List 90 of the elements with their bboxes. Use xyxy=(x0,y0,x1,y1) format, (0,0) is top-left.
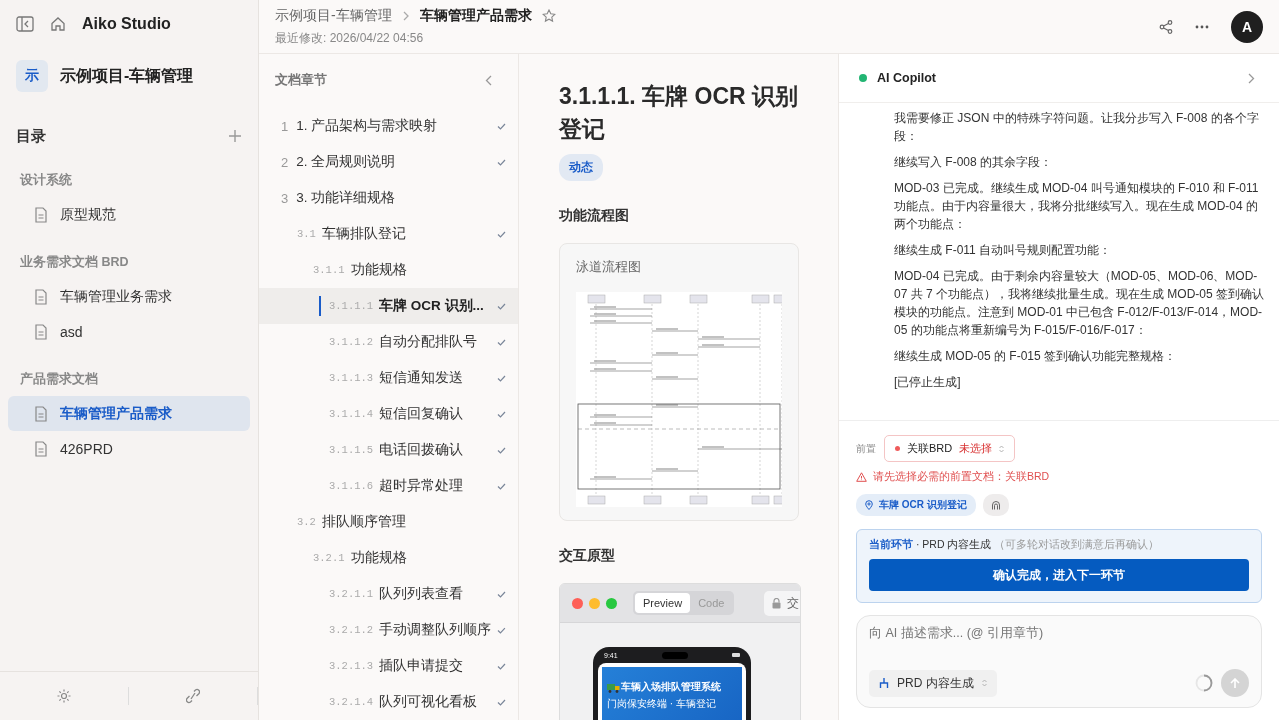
star-icon[interactable] xyxy=(541,8,556,23)
chapter-item[interactable]: 3.1 车辆排队登记 xyxy=(259,216,518,252)
prerequisite-select[interactable]: 关联BRD 未选择 xyxy=(884,435,1016,462)
breadcrumb-item[interactable]: 示例项目-车辆管理 xyxy=(275,6,392,25)
spinner-icon xyxy=(1195,674,1213,692)
sidebar-item[interactable]: asd xyxy=(8,314,250,349)
chapter-item[interactable]: 3.1.1.6 超时异常处理 xyxy=(259,468,518,504)
prerequisite-label: 前置 xyxy=(856,441,876,456)
assistant-message: 我需要修正 JSON 中的特殊字符问题。让我分步写入 F-008 的各个字段： xyxy=(894,110,1260,145)
prompt-field[interactable]: 向 AI 描述需求... (@ 引用章节) xyxy=(869,626,1169,640)
sidebar-item[interactable]: 426PRD xyxy=(8,431,250,466)
document-icon xyxy=(34,405,48,422)
chapter-item[interactable]: 3.2.1.4 队列可视化看板 xyxy=(259,684,518,720)
stage-label: 当前环节 · PRD 内容生成 （可多轮对话改到满意后再确认） xyxy=(869,538,1161,552)
battery-icon xyxy=(732,653,740,657)
truck-icon xyxy=(607,682,620,693)
add-icon[interactable] xyxy=(228,129,242,143)
chevron-icon xyxy=(401,10,410,21)
chapter-item[interactable]: 3.2.1.2 手动调整队列顺序 xyxy=(259,612,518,648)
assistant-message: [已停止生成] xyxy=(894,374,962,391)
arrow-up-icon xyxy=(1230,677,1240,689)
maximize-dot[interactable] xyxy=(606,597,617,609)
document-icon xyxy=(34,440,48,457)
chapter-item[interactable]: 3.1.1.3 短信通知发送 xyxy=(259,360,518,396)
chapter-item[interactable]: 3.2.1 功能规格 xyxy=(259,540,518,576)
more-icon[interactable] xyxy=(1195,24,1209,29)
chapter-item[interactable]: 3.2 排队顺序管理 xyxy=(259,504,518,540)
chapter-item[interactable]: 3.2.1.3 插队申请提交 xyxy=(259,648,518,684)
section-title: 目录 xyxy=(16,126,46,146)
home-icon[interactable] xyxy=(50,16,66,32)
location-pin-icon xyxy=(865,500,873,510)
panel-title: AI Copilot xyxy=(877,71,937,85)
section-label: 设计系统 xyxy=(19,172,73,189)
arch-icon[interactable] xyxy=(990,500,1001,510)
camera-notch xyxy=(661,651,688,659)
chapter-item[interactable]: 3.2.1.1 队列列表查看 xyxy=(259,576,518,612)
user-avatar[interactable]: A xyxy=(1231,10,1263,43)
link-icon[interactable] xyxy=(186,688,200,704)
status-tag: 动态 xyxy=(559,154,603,181)
chapter-item[interactable]: 3 3. 功能详细规格 xyxy=(259,180,518,216)
address-field[interactable]: 交 xyxy=(764,590,800,616)
view-tab[interactable]: Preview xyxy=(635,593,691,613)
sidebar-item[interactable]: 车辆管理产品需求 xyxy=(8,396,250,431)
collapse-icon[interactable] xyxy=(485,74,492,86)
sidebar-item[interactable]: 车辆管理业务需求 xyxy=(8,279,250,314)
chapter-item[interactable]: 2 2. 全局规则说明 xyxy=(259,144,518,180)
mode-select[interactable]: PRD 内容生成 xyxy=(869,669,997,697)
sidebar-toggle-icon[interactable] xyxy=(16,16,34,32)
chevron-icon[interactable] xyxy=(1248,72,1255,84)
warning-text: 请先选择必需的前置文档：关联BRD xyxy=(873,470,1050,484)
context-chip[interactable]: 车牌 OCR 识别登记 xyxy=(856,494,976,516)
chapter-item[interactable]: 3.1.1 功能规格 xyxy=(259,252,518,288)
app-title: 车辆入场排队管理系统 xyxy=(621,681,721,694)
sidebar-item[interactable]: 原型规范 xyxy=(8,197,250,232)
close-dot[interactable] xyxy=(572,597,583,609)
chapter-item[interactable]: 3.1.1.1 车牌 OCR 识别... xyxy=(259,288,518,324)
chapter-item[interactable]: 3.1.1.4 短信回复确认 xyxy=(259,396,518,432)
chapter-item[interactable]: 3.1.1.5 电话回拨确认 xyxy=(259,432,518,468)
assistant-message: 继续写入 F-008 的其余字段： xyxy=(894,154,1053,171)
sort-icon xyxy=(981,679,987,687)
project-avatar: 示 xyxy=(16,60,48,92)
share-icon[interactable] xyxy=(1159,19,1173,34)
chapter-item[interactable]: 1 1. 产品架构与需求映射 xyxy=(259,108,518,144)
app-name: Aiko Studio xyxy=(82,15,171,33)
chapter-item[interactable]: 3.1.1.2 自动分配排队号 xyxy=(259,324,518,360)
warning-icon xyxy=(856,472,867,482)
assistant-message: 继续生成 F-011 自动叫号规则配置功能： xyxy=(894,242,1113,259)
document-title: 3.1.1.1. 车牌 OCR 识别登记 xyxy=(559,82,798,144)
section-label: 产品需求文档 xyxy=(19,371,99,388)
confirm-button[interactable]: 确认完成，进入下一环节 xyxy=(869,559,1249,591)
assistant-message: MOD-04 已完成。由于剩余内容量较大（MOD-05、MOD-06、MOD-07 共 7 个功能点），我将继续批量生成。现在生成 MOD-05 签到确认模块的功能点。注意到 MOD-01 中已包含 F-012/F-013/F-014，MOD-05 的功能点将重新编号为 F-015/F-016/F-017： xyxy=(894,268,1266,339)
sort-icon xyxy=(999,444,1005,453)
assistant-message: MOD-03 已完成。继续生成 MOD-04 叫号通知模块的 F-010 和 F-011 功能点。由于内容量很大，我将分批继续写入。现在生成 MOD-04 的两个功能点： xyxy=(894,180,1260,233)
document-icon xyxy=(34,206,48,223)
diagram-caption: 泳道流程图 xyxy=(576,258,642,276)
minimize-dot[interactable] xyxy=(589,597,600,609)
branch-icon xyxy=(879,677,889,689)
document-icon xyxy=(34,288,48,305)
app-subtitle: 门岗保安终端 · 车辆登记 xyxy=(607,697,717,711)
section-heading: 功能流程图 xyxy=(559,207,630,225)
breadcrumb-item[interactable]: 车辆管理产品需求 xyxy=(419,6,532,25)
project-name: 示例项目-车辆管理 xyxy=(60,65,194,86)
section-heading: 交互原型 xyxy=(559,547,616,565)
document-icon xyxy=(34,323,48,340)
panel-title: 文档章节 xyxy=(275,71,327,89)
sun-icon[interactable] xyxy=(57,689,71,703)
last-modified: 最近修改: 2026/04/22 04:56 xyxy=(275,29,425,47)
lock-icon xyxy=(772,597,782,609)
section-label: 业务需求文档 BRD xyxy=(19,254,130,271)
assistant-message: 继续生成 MOD-05 的 F-015 签到确认功能完整规格： xyxy=(894,348,1178,365)
